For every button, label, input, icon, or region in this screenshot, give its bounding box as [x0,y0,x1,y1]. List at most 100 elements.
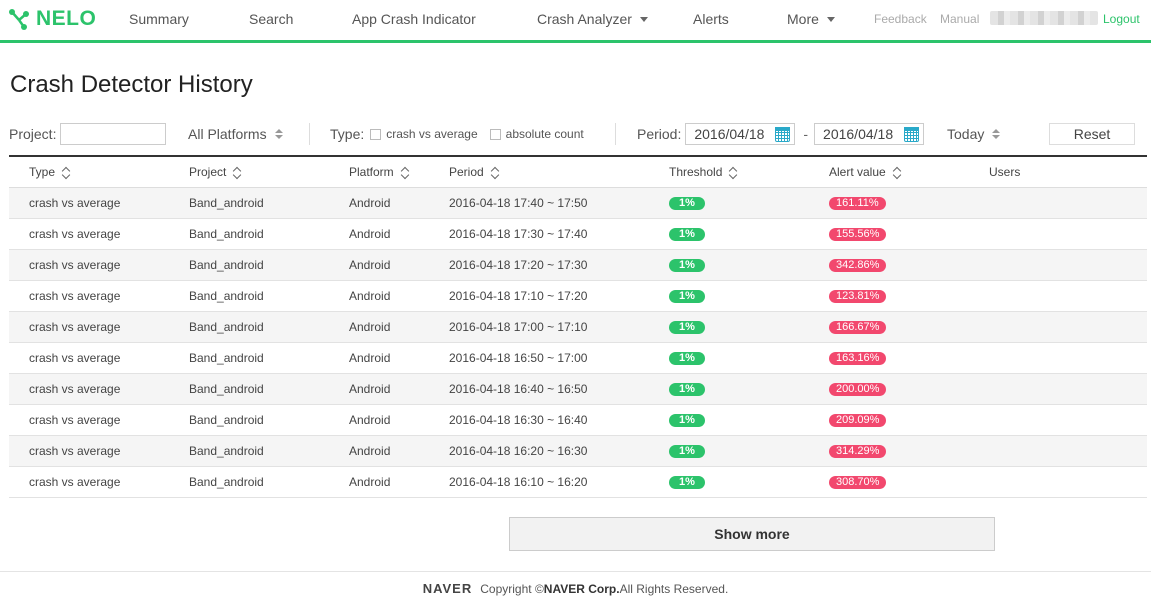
period-to-input[interactable]: 2016/04/18 [814,123,925,145]
nav-alerts[interactable]: Alerts [693,11,729,27]
column-header-type[interactable]: Type [9,165,169,180]
cell-period-text: 2016-04-18 17:20 ~ 17:30 [449,258,588,272]
column-header-alert-value[interactable]: Alert value [809,165,969,180]
cell-period-text: 2016-04-18 16:20 ~ 16:30 [449,444,588,458]
nav-summary[interactable]: Summary [129,11,189,27]
cell-period: 2016-04-18 16:50 ~ 17:00 [429,351,649,365]
cell-type-text: crash vs average [29,351,121,365]
cell-period-text: 2016-04-18 16:50 ~ 17:00 [449,351,588,365]
period-to-value: 2016/04/18 [823,126,894,142]
checkbox-absolute-count[interactable] [489,128,501,140]
cell-platform-text: Android [349,227,391,241]
nav-app-crash-indicator[interactable]: App Crash Indicator [352,11,476,27]
nav-search[interactable]: Search [249,11,293,27]
cell-type-text: crash vs average [29,289,121,303]
period-from-value: 2016/04/18 [694,126,765,142]
cell-alert-value: 161.11% [809,196,969,210]
sort-icon[interactable] [400,166,409,180]
nelo-logo[interactable]: NELO [8,7,96,31]
table-row[interactable]: crash vs average Band_android Android 2016-… [9,343,1147,374]
cell-alert-value: 123.81% [809,289,969,303]
project-input[interactable] [60,123,167,145]
column-header-period[interactable]: Period [429,165,649,180]
cell-project: Band_android [169,289,329,303]
cell-project-text: Band_android [189,382,264,396]
table-body: crash vs average Band_android Android 2016-… [9,188,1147,498]
show-more-button[interactable]: Show more [509,517,995,551]
cell-period: 2016-04-18 17:00 ~ 17:10 [429,320,649,334]
table-row[interactable]: crash vs average Band_android Android 2016-… [9,405,1147,436]
chevron-down-icon [639,16,648,22]
table-row[interactable]: crash vs average Band_android Android 2016-… [9,219,1147,250]
type-option-crash-vs-average[interactable]: crash vs average [370,127,478,141]
cell-platform: Android [329,444,429,458]
threshold-badge: 1% [669,258,705,272]
cell-threshold: 1% [649,444,809,458]
logout-link[interactable]: Logout [1103,12,1140,26]
checkbox-crash-vs-average[interactable] [370,128,382,140]
table-row[interactable]: crash vs average Band_android Android 2016-… [9,436,1147,467]
sort-icon[interactable] [61,166,71,180]
sort-icon[interactable] [729,166,738,180]
threshold-badge: 1% [669,475,705,489]
cell-project-text: Band_android [189,444,264,458]
table-row[interactable]: crash vs average Band_android Android 2016-… [9,374,1147,405]
reset-button[interactable]: Reset [1049,123,1135,145]
cell-type-text: crash vs average [29,475,121,489]
cell-threshold: 1% [649,196,809,210]
alert-value-badge: 200.00% [829,382,887,396]
column-header-threshold[interactable]: Threshold [649,165,809,180]
feedback-link[interactable]: Feedback [874,12,927,26]
table-row[interactable]: crash vs average Band_android Android 2016-… [9,188,1147,219]
divider [615,123,616,145]
user-name-redacted [990,11,1098,25]
cell-platform: Android [329,289,429,303]
cell-type: crash vs average [9,351,169,365]
nav-more[interactable]: More [787,11,835,27]
column-header-project[interactable]: Project [169,165,329,180]
type-option-absolute-count[interactable]: absolute count [489,127,584,141]
cell-alert-value: 163.16% [809,351,969,365]
divider [309,123,310,145]
filter-bar: Project: All Platforms Type: crash vs av… [0,120,1151,148]
threshold-badge: 1% [669,320,705,334]
cell-period: 2016-04-18 16:40 ~ 16:50 [429,382,649,396]
cell-type: crash vs average [9,258,169,272]
type-label: Type: [330,126,365,142]
sort-icon[interactable] [892,166,901,180]
calendar-icon[interactable] [775,126,791,142]
table-row[interactable]: crash vs average Band_android Android 2016-… [9,312,1147,343]
type-filter: Type: crash vs average absolute count [330,120,584,148]
chevron-down-icon [826,16,835,22]
copyright-suffix: All Rights Reserved. [619,581,729,596]
cell-platform: Android [329,258,429,272]
cell-platform-text: Android [349,258,391,272]
cell-period-text: 2016-04-18 16:40 ~ 16:50 [449,382,588,396]
sort-icon[interactable] [233,166,242,180]
threshold-badge: 1% [669,196,705,210]
cell-type: crash vs average [9,444,169,458]
sort-icon[interactable] [490,166,499,180]
cell-period-text: 2016-04-18 17:40 ~ 17:50 [449,196,588,210]
calendar-icon[interactable] [904,126,920,142]
cell-type: crash vs average [9,382,169,396]
cell-platform-text: Android [349,475,391,489]
platform-select[interactable]: All Platforms [188,120,283,148]
nav-crash-analyzer[interactable]: Crash Analyzer [537,11,648,27]
cell-platform-text: Android [349,351,391,365]
cell-platform: Android [329,413,429,427]
cell-threshold: 1% [649,289,809,303]
cell-type-text: crash vs average [29,382,121,396]
cell-type: crash vs average [9,413,169,427]
period-from-input[interactable]: 2016/04/18 [685,123,796,145]
table-row[interactable]: crash vs average Band_android Android 2016-… [9,467,1147,498]
cell-platform-text: Android [349,320,391,334]
table-row[interactable]: crash vs average Band_android Android 2016-… [9,281,1147,312]
column-header-platform[interactable]: Platform [329,165,429,180]
range-preset-select[interactable]: Today [947,120,1001,148]
table-row[interactable]: crash vs average Band_android Android 2016-… [9,250,1147,281]
cell-platform: Android [329,475,429,489]
manual-link[interactable]: Manual [940,12,979,26]
table-header: Type Project Platform Period Threshold A… [9,157,1147,188]
cell-platform: Android [329,320,429,334]
